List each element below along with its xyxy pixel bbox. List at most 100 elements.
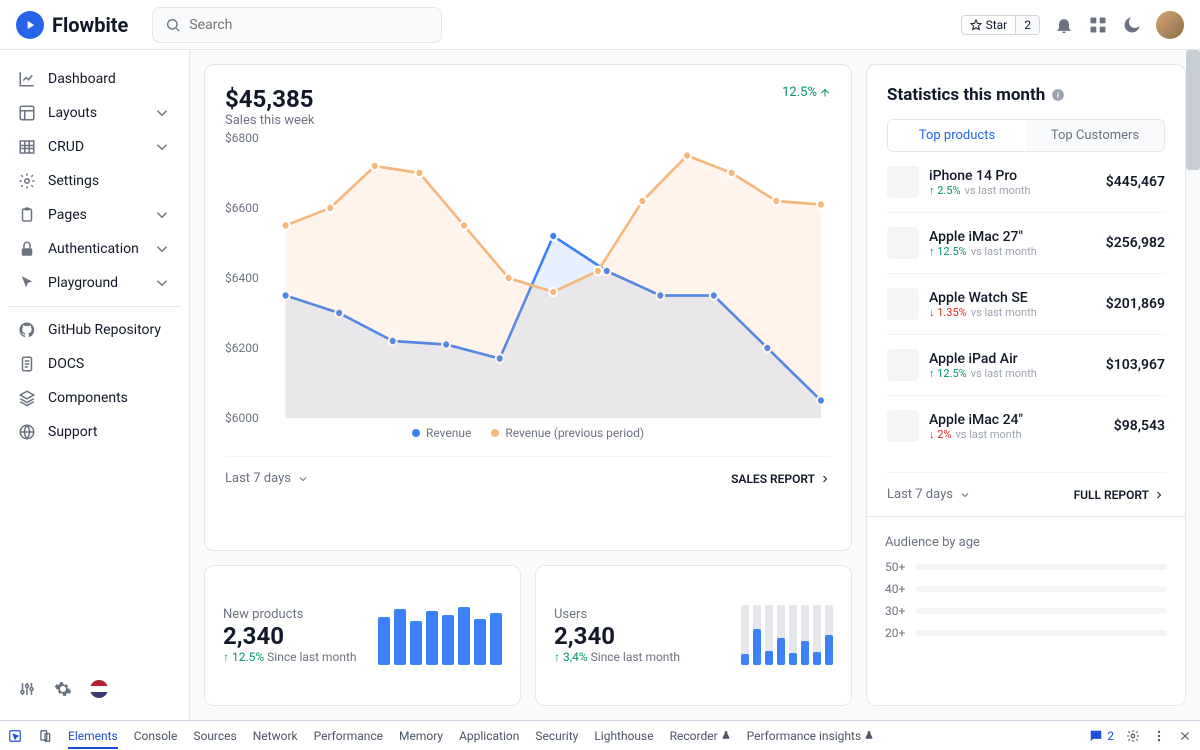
devtools-tab-performance-insights[interactable]: Performance insights xyxy=(747,729,875,743)
mini-value: 2,340 xyxy=(554,622,680,650)
bar-fill xyxy=(753,629,761,665)
devtools-tab-sources[interactable]: Sources xyxy=(193,729,236,743)
chevron-down-icon xyxy=(153,274,171,292)
devtools-tab-console[interactable]: Console xyxy=(134,729,178,743)
chart-legend: Revenue Revenue (previous period) xyxy=(225,426,831,440)
gear-icon[interactable] xyxy=(1126,729,1140,743)
product-price: $256,982 xyxy=(1106,235,1165,251)
tab-top-products[interactable]: Top products xyxy=(888,120,1026,151)
sidebar-footer xyxy=(8,670,181,708)
sidebar-item-playground[interactable]: Playground xyxy=(8,266,181,300)
bar-fill xyxy=(741,654,749,665)
full-report-link[interactable]: FULL REPORT xyxy=(1074,488,1165,502)
bar-fill xyxy=(777,638,785,665)
audience-card: Audience by age 50+40+30+20+ xyxy=(867,516,1185,666)
devtools-tab-lighthouse[interactable]: Lighthouse xyxy=(594,729,653,743)
stats-tabs: Top products Top Customers xyxy=(887,119,1165,152)
bar xyxy=(426,611,438,665)
product-row[interactable]: iPhone 14 Pro ↑ 2.5%vs last month $445,4… xyxy=(887,152,1165,213)
chevron-down-icon xyxy=(297,473,309,485)
sidebar-item-components[interactable]: Components xyxy=(8,381,181,415)
ytick: $6600 xyxy=(225,201,259,215)
search-input[interactable] xyxy=(152,7,442,43)
sidebar-item-label: Playground xyxy=(48,275,118,291)
product-row[interactable]: Apple Watch SE ↓ 1.35%vs last month $201… xyxy=(887,274,1165,335)
flag-icon[interactable] xyxy=(90,680,108,698)
inspect-icon[interactable] xyxy=(8,729,22,743)
bar-track xyxy=(825,605,833,665)
clipboard-icon xyxy=(18,206,36,224)
bar-track xyxy=(813,605,821,665)
product-name: Apple iMac 27" xyxy=(929,229,1096,245)
mini-label: New products xyxy=(223,607,357,622)
sidebar-item-label: CRUD xyxy=(48,139,84,155)
arrow-up-icon: ↑ 3,4% xyxy=(554,650,588,664)
scrollbar[interactable] xyxy=(1186,50,1200,170)
adjustments-icon[interactable] xyxy=(18,680,36,698)
sidebar-item-crud[interactable]: CRUD xyxy=(8,130,181,164)
star-button[interactable]: Star 2 xyxy=(961,15,1040,35)
device-icon[interactable] xyxy=(38,729,52,743)
sales-report-link[interactable]: SALES REPORT xyxy=(731,472,831,486)
close-icon[interactable] xyxy=(1178,729,1192,743)
sidebar-item-github-repository[interactable]: GitHub Repository xyxy=(8,313,181,347)
stack-icon xyxy=(18,389,36,407)
product-row[interactable]: Apple iMac 27" ↑ 12.5%vs last month $256… xyxy=(887,213,1165,274)
bar-fill xyxy=(801,641,809,665)
bar xyxy=(410,621,422,665)
ytick: $6000 xyxy=(225,411,259,425)
devtools-tab-application[interactable]: Application xyxy=(459,729,519,743)
sidebar-item-label: Components xyxy=(48,390,128,406)
product-name: Apple Watch SE xyxy=(929,290,1096,306)
devtools-tab-network[interactable]: Network xyxy=(253,729,298,743)
bar xyxy=(458,607,470,665)
range-select[interactable]: Last 7 days xyxy=(225,471,309,486)
flask-icon xyxy=(864,730,874,740)
arrow-up-icon xyxy=(819,87,831,99)
logo[interactable]: Flowbite xyxy=(16,11,128,39)
avatar[interactable] xyxy=(1156,11,1184,39)
sidebar-item-label: Settings xyxy=(48,173,99,189)
gear-icon[interactable] xyxy=(54,680,72,698)
bar xyxy=(474,619,486,665)
sidebar-item-docs[interactable]: DOCS xyxy=(8,347,181,381)
devtools-tab-security[interactable]: Security xyxy=(535,729,578,743)
product-row[interactable]: Apple iMac 24" ↓ 2%vs last month $98,543 xyxy=(887,396,1165,456)
bar-fill xyxy=(825,635,833,665)
ytick: $6200 xyxy=(225,341,259,355)
sidebar-item-layouts[interactable]: Layouts xyxy=(8,96,181,130)
product-price: $98,543 xyxy=(1114,418,1165,434)
arrow-up-icon: ↑ 2.5% xyxy=(929,184,961,197)
sidebar-item-dashboard[interactable]: Dashboard xyxy=(8,62,181,96)
apps-icon[interactable] xyxy=(1088,15,1108,35)
table-icon xyxy=(18,138,36,156)
vs-label: vs last month xyxy=(971,245,1037,258)
sidebar-item-authentication[interactable]: Authentication xyxy=(8,232,181,266)
moon-icon[interactable] xyxy=(1122,15,1142,35)
search-field[interactable] xyxy=(189,17,429,33)
devtools-tab-memory[interactable]: Memory xyxy=(399,729,443,743)
doc-icon xyxy=(18,355,36,373)
devtools-tab-elements[interactable]: Elements xyxy=(68,729,118,749)
errors-badge[interactable]: 2 xyxy=(1089,729,1114,743)
github-icon xyxy=(18,321,36,339)
sidebar-item-settings[interactable]: Settings xyxy=(8,164,181,198)
mini-card-0: New products 2,340 ↑ 12.5% Since last mo… xyxy=(204,565,521,707)
stats-range-select[interactable]: Last 7 days xyxy=(887,487,971,502)
devtools-tab-performance[interactable]: Performance xyxy=(314,729,383,743)
chevron-down-icon xyxy=(153,138,171,156)
more-icon[interactable] xyxy=(1152,729,1166,743)
tab-top-customers[interactable]: Top Customers xyxy=(1026,120,1164,151)
bell-icon[interactable] xyxy=(1054,15,1074,35)
chevron-right-icon xyxy=(819,473,831,485)
bar-track xyxy=(753,605,761,665)
product-row[interactable]: Apple iPad Air ↑ 12.5%vs last month $103… xyxy=(887,335,1165,396)
audience-title: Audience by age xyxy=(885,535,1167,550)
sidebar-item-label: Layouts xyxy=(48,105,97,121)
sidebar-item-pages[interactable]: Pages xyxy=(8,198,181,232)
sidebar-item-support[interactable]: Support xyxy=(8,415,181,449)
product-name: iPhone 14 Pro xyxy=(929,168,1096,184)
product-image xyxy=(887,288,919,320)
topbar: Flowbite Star 2 xyxy=(0,0,1200,50)
devtools-tab-recorder[interactable]: Recorder xyxy=(670,729,731,743)
